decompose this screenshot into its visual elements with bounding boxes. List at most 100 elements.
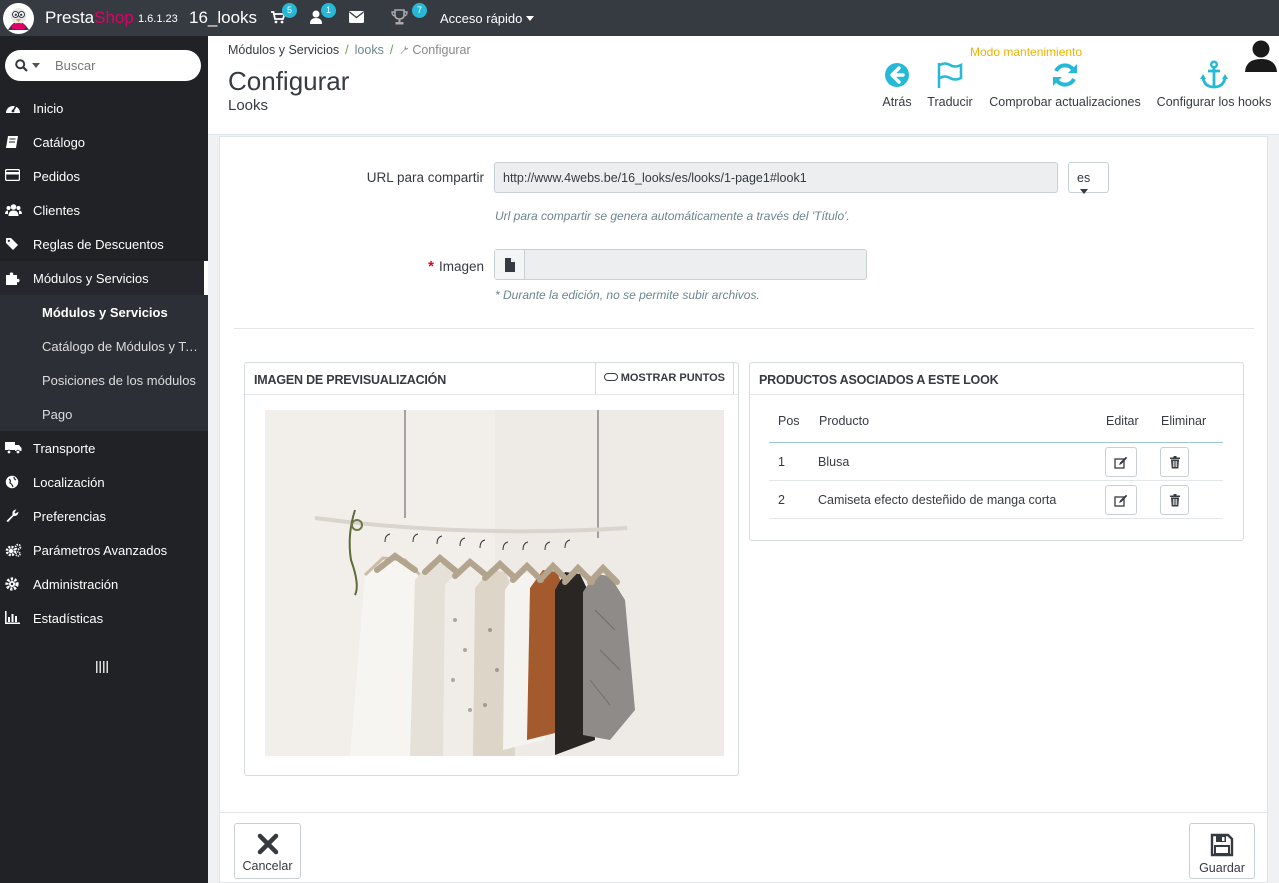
sidebar-submenu: Módulos y Servicios Catálogo de Módulos … bbox=[0, 295, 208, 431]
translate-button[interactable]: Traducir bbox=[927, 60, 973, 109]
required-asterisk: * bbox=[428, 258, 434, 275]
check-updates-button[interactable]: Comprobar actualizaciones bbox=[988, 60, 1142, 109]
column-header-product: Producto bbox=[819, 414, 870, 428]
search-icon bbox=[15, 59, 28, 72]
row-product: Blusa bbox=[818, 455, 850, 469]
preview-image bbox=[265, 410, 724, 756]
sidebar-item-clientes[interactable]: Clientes bbox=[0, 193, 208, 227]
brand-part2: Shop bbox=[94, 8, 134, 27]
submenu-item-posiciones[interactable]: Posiciones de los módulos bbox=[0, 363, 208, 397]
cart-badge: 5 bbox=[282, 3, 297, 18]
submenu-item-label: Pago bbox=[42, 407, 73, 422]
image-file-field[interactable] bbox=[494, 249, 867, 280]
search-box[interactable]: Buscar bbox=[5, 50, 201, 81]
sidebar-item-modulos[interactable]: Módulos y Servicios bbox=[0, 261, 208, 295]
column-header-edit: Editar bbox=[1106, 414, 1139, 428]
row-pos: 1 bbox=[778, 455, 785, 469]
shop-name[interactable]: 16_looks bbox=[189, 8, 257, 28]
edit-button[interactable] bbox=[1105, 447, 1137, 477]
messages-notification[interactable] bbox=[349, 11, 364, 23]
caret-down-icon[interactable] bbox=[32, 63, 40, 68]
save-icon bbox=[1210, 833, 1234, 857]
sidebar-item-pedidos[interactable]: Pedidos bbox=[0, 159, 208, 193]
divider bbox=[234, 328, 1254, 329]
main-menu: Inicio Catálogo Pedidos Clientes Reglas … bbox=[0, 91, 208, 635]
delete-button[interactable] bbox=[1160, 447, 1189, 477]
page-subtitle: Looks bbox=[228, 97, 269, 114]
translate-label: Traducir bbox=[927, 95, 973, 109]
top-bar: PrestaShop 1.6.1.23 16_looks 5 1 7 Acces… bbox=[0, 0, 1279, 36]
achievements-badge: 7 bbox=[412, 3, 427, 18]
table-row: 2 Camiseta efecto desteñido de manga cor… bbox=[769, 481, 1223, 519]
sidebar-item-transporte[interactable]: Transporte bbox=[0, 431, 208, 465]
quick-access-dropdown[interactable]: Acceso rápido bbox=[440, 11, 535, 26]
preview-card-header: IMAGEN DE PREVISUALIZACIÓN MOSTRAR PUNTO… bbox=[245, 363, 738, 395]
sidebar-item-label: Catálogo bbox=[33, 135, 86, 150]
sidebar-item-label: Inicio bbox=[33, 101, 64, 116]
cog-icon bbox=[5, 577, 19, 591]
bar-chart-icon bbox=[5, 611, 20, 624]
version-label: 1.6.1.23 bbox=[138, 13, 178, 25]
delete-button[interactable] bbox=[1160, 485, 1189, 515]
sidebar-item-preferencias[interactable]: Preferencias bbox=[0, 499, 208, 533]
sidebar-item-parametros[interactable]: Parámetros Avanzados bbox=[0, 533, 208, 567]
back-button[interactable]: Atrás bbox=[882, 60, 912, 109]
sidebar-item-localizacion[interactable]: Localización bbox=[0, 465, 208, 499]
image-help-text: * Durante la edición, no se permite subi… bbox=[495, 288, 760, 302]
breadcrumb-item[interactable]: looks bbox=[355, 43, 384, 57]
sidebar-item-label: Clientes bbox=[33, 203, 80, 218]
credit-card-icon bbox=[5, 169, 20, 181]
caret-down-icon bbox=[526, 16, 535, 21]
image-label: * Imagen bbox=[320, 258, 484, 275]
sidebar-item-catalogo[interactable]: Catálogo bbox=[0, 125, 208, 159]
sidebar-item-label: Estadísticas bbox=[33, 611, 104, 626]
image-label-text: Imagen bbox=[438, 259, 484, 274]
sidebar-item-label: Reglas de Descuentos bbox=[33, 237, 164, 252]
share-url-field[interactable]: http://www.4webs.be/16_looks/es/looks/1-… bbox=[494, 162, 1058, 193]
breadcrumb-separator: / bbox=[345, 43, 349, 57]
products-card: PRODUCTOS ASOCIADOS A ESTE LOOK Pos Prod… bbox=[749, 362, 1244, 541]
puzzle-icon bbox=[6, 272, 20, 285]
search-input[interactable]: Buscar bbox=[55, 58, 95, 73]
anchor-icon bbox=[1200, 60, 1228, 89]
sidebar-item-label: Pedidos bbox=[33, 169, 80, 184]
sidebar-item-estadisticas[interactable]: Estadísticas bbox=[0, 601, 208, 635]
edit-icon bbox=[1114, 456, 1128, 469]
sidebar-item-inicio[interactable]: Inicio bbox=[0, 91, 208, 125]
configure-hooks-label: Configurar los hooks bbox=[1156, 95, 1272, 109]
trophy-icon bbox=[391, 9, 408, 25]
brand-name[interactable]: PrestaShop bbox=[45, 8, 134, 28]
edit-button[interactable] bbox=[1105, 485, 1137, 515]
submenu-item-pago[interactable]: Pago bbox=[0, 397, 208, 431]
cancel-button[interactable]: Cancelar bbox=[234, 823, 301, 879]
breadcrumb-item[interactable]: Módulos y Servicios bbox=[228, 43, 339, 57]
avatar[interactable] bbox=[1243, 36, 1279, 72]
table-row: 1 Blusa bbox=[769, 443, 1223, 481]
sidebar-item-reglas-descuentos[interactable]: Reglas de Descuentos bbox=[0, 227, 208, 261]
collapse-menu-icon[interactable] bbox=[96, 661, 108, 673]
achievements-notification[interactable]: 7 bbox=[391, 3, 427, 26]
cancel-label: Cancelar bbox=[242, 859, 293, 873]
column-header-delete: Eliminar bbox=[1161, 414, 1207, 428]
caret-down-icon bbox=[1080, 189, 1088, 194]
show-points-button[interactable]: MOSTRAR PUNTOS bbox=[594, 363, 734, 394]
page-title: Configurar bbox=[228, 66, 350, 96]
users-icon bbox=[5, 204, 22, 216]
quick-access-label: Acceso rápido bbox=[440, 11, 523, 26]
preview-title: IMAGEN DE PREVISUALIZACIÓN bbox=[254, 373, 447, 387]
envelope-icon bbox=[349, 11, 364, 23]
prestashop-logo-icon[interactable] bbox=[3, 3, 34, 34]
customers-notification[interactable]: 1 bbox=[309, 3, 336, 25]
sidebar-item-label: Transporte bbox=[33, 441, 96, 456]
submenu-item-modulos-servicios[interactable]: Módulos y Servicios bbox=[0, 295, 208, 329]
save-label: Guardar bbox=[1199, 861, 1245, 875]
panel-footer-divider bbox=[220, 812, 1267, 813]
cart-notification[interactable]: 5 bbox=[270, 3, 297, 25]
submenu-item-label: Catálogo de Módulos y Temas bbox=[42, 339, 200, 354]
language-dropdown[interactable]: es bbox=[1068, 162, 1109, 194]
sidebar-item-administracion[interactable]: Administración bbox=[0, 567, 208, 601]
maintenance-mode-link[interactable]: Modo mantenimiento bbox=[970, 45, 1082, 59]
save-button[interactable]: Guardar bbox=[1189, 823, 1255, 879]
submenu-item-catalogo-modulos[interactable]: Catálogo de Módulos y Temas bbox=[0, 329, 208, 363]
trash-icon bbox=[1169, 456, 1180, 469]
